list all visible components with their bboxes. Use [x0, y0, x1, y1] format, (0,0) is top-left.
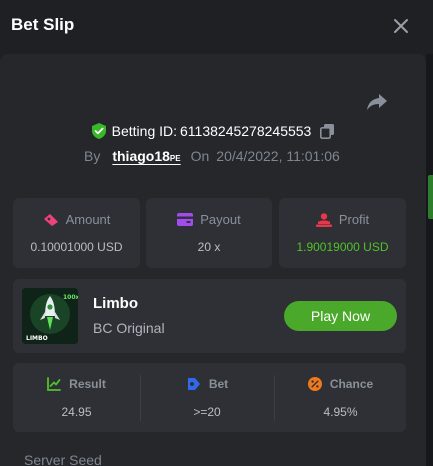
betting-id-value: 61138245278245553 [180, 123, 312, 139]
profit-card: Profit 1.90019000 USD [279, 198, 406, 268]
payout-icon [177, 213, 194, 226]
amount-card: Amount 0.10001000 USD [13, 198, 140, 268]
bet-slip-header: Bet Slip [0, 0, 433, 54]
result-column: Result 24.95 [13, 363, 140, 432]
server-seed-label: Server Seed [24, 452, 102, 466]
limbo-thumbnail[interactable]: 100x LIMBO [22, 288, 78, 344]
amount-value: 0.10001000 USD [30, 240, 123, 254]
share-icon[interactable] [366, 92, 388, 112]
result-label: Result [69, 377, 106, 391]
chance-icon [307, 377, 322, 391]
profit-label: Profit [338, 212, 370, 227]
background-accent [428, 175, 433, 219]
bet-icon [187, 378, 200, 390]
result-icon [47, 377, 62, 391]
modal-title: Bet Slip [11, 15, 75, 34]
bet-byline: By thiago18PE On 20/4/2022, 11:01:06 [84, 147, 340, 165]
amount-icon [43, 213, 58, 226]
bet-value: >=20 [193, 405, 221, 419]
verified-shield-icon [91, 123, 106, 139]
user-name: thiago18 [112, 148, 170, 164]
profit-value: 1.90019000 USD [296, 240, 389, 254]
modal-edge [426, 54, 433, 466]
betting-id-row: Betting ID: 61138245278245553 [0, 120, 426, 142]
user-link[interactable]: thiago18PE [112, 148, 180, 164]
result-value: 24.95 [61, 405, 92, 419]
user-suffix: PE [169, 154, 181, 163]
by-label: By [84, 148, 101, 164]
bet-label: Bet [208, 377, 229, 391]
game-card: 100x LIMBO Limbo BC Original Play Now [13, 279, 406, 353]
payout-value: 20 x [197, 240, 221, 254]
chance-value: 4.95% [323, 405, 358, 419]
amount-label: Amount [65, 212, 111, 227]
on-label: On [190, 148, 210, 164]
play-now-button[interactable]: Play Now [284, 301, 397, 331]
payout-label: Payout [200, 212, 241, 227]
close-icon[interactable] [391, 16, 411, 36]
game-name: Limbo [93, 295, 138, 312]
payout-card: Payout 20 x [146, 198, 272, 268]
betting-id-label: Betting ID: [111, 123, 178, 139]
profit-icon [315, 212, 332, 227]
chance-label: Chance [329, 377, 374, 391]
result-panel: Result 24.95 Bet >=20 Chance 4.95% [13, 363, 406, 432]
copy-icon[interactable] [320, 123, 335, 139]
chance-column: Chance 4.95% [275, 363, 406, 432]
thumb-label: LIMBO [26, 335, 48, 342]
thumb-multiplier: 100x [63, 294, 78, 301]
game-subtitle: BC Original [93, 320, 165, 336]
bet-column: Bet >=20 [141, 363, 273, 432]
bet-date: 20/4/2022, 11:01:06 [216, 148, 340, 164]
